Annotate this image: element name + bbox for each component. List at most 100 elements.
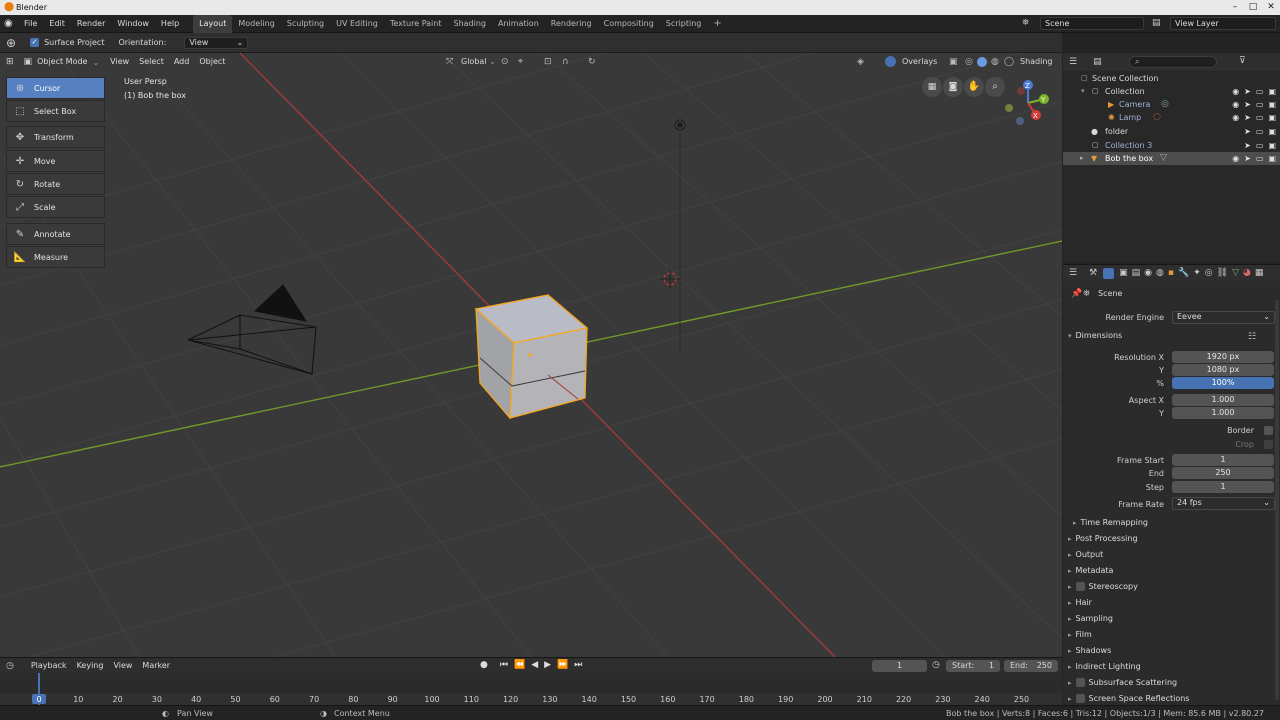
orientation-dropdown[interactable]: View ⌄ (184, 36, 249, 49)
camera-render-icon[interactable]: ▣ (1268, 139, 1276, 152)
outliner-row-collection[interactable]: ▾ ▢ Collection ◉ ➤ ▭ ▣ (1063, 85, 1280, 98)
eye-icon[interactable]: ◉ (1232, 111, 1239, 124)
properties-editor-icon[interactable]: ☰ (1069, 268, 1077, 278)
panel-indirect-lighting[interactable]: ▸ Indirect Lighting (1068, 660, 1141, 674)
tool-measure[interactable]: 📐 Measure (6, 246, 105, 268)
monitor-icon[interactable]: ▭ (1256, 111, 1264, 124)
eye-icon[interactable]: ◉ (1232, 152, 1239, 165)
menu-add[interactable]: Add (169, 53, 195, 71)
blender-menu-icon[interactable]: ◉ (4, 18, 18, 29)
select-arrow-icon[interactable]: ➤ (1244, 85, 1251, 98)
wireframe-shading-icon[interactable]: ◎ (965, 57, 973, 67)
panel-shadows[interactable]: ▸ Shadows (1068, 644, 1111, 658)
monitor-icon[interactable]: ▭ (1256, 125, 1264, 138)
tool-annotate[interactable]: ✎ Annotate (6, 223, 105, 245)
scene-selector[interactable]: Scene (1040, 17, 1144, 30)
object-mode-dropdown[interactable]: Object Mode (32, 53, 92, 71)
play-reverse-icon[interactable]: ◀ (531, 660, 538, 670)
menu-help[interactable]: Help (155, 15, 185, 33)
end-frame-field[interactable]: End: 250 (1004, 660, 1058, 672)
eye-icon[interactable]: ◉ (1232, 98, 1239, 111)
monitor-icon[interactable]: ▭ (1256, 98, 1264, 111)
shading-dropdown[interactable]: Shading (1020, 53, 1053, 71)
transform-orientation-dropdown[interactable]: Global (461, 53, 487, 71)
aspect-x-field[interactable]: 1.000 (1172, 394, 1274, 406)
menu-file[interactable]: File (18, 15, 43, 33)
axis-gizmo[interactable]: Z Y X (1000, 77, 1058, 129)
properties-scrollbar[interactable] (1275, 300, 1279, 700)
panel-stereoscopy[interactable]: ▸ Stereoscopy (1068, 580, 1138, 594)
material-shading-icon[interactable]: ◍ (991, 57, 999, 67)
snap-icon[interactable]: ⌖ (518, 57, 523, 67)
select-arrow-icon[interactable]: ➤ (1244, 125, 1251, 138)
add-workspace-icon[interactable]: + (707, 15, 727, 33)
modifier-tab-icon[interactable]: 🔧 (1178, 268, 1189, 278)
rendered-shading-icon[interactable]: ◯ (1004, 57, 1014, 67)
tool-tab-icon[interactable]: ⚒ (1089, 268, 1097, 278)
tab-scripting[interactable]: Scripting (660, 15, 708, 33)
panel-output[interactable]: ▸ Output (1068, 548, 1103, 562)
panel-sampling[interactable]: ▸ Sampling (1068, 612, 1113, 626)
object-tab-icon[interactable]: ▪ (1168, 268, 1174, 278)
monitor-icon[interactable]: ▭ (1256, 152, 1264, 165)
frame-start-field[interactable]: 1 (1172, 454, 1274, 466)
outliner-row-collection-3[interactable]: ▢ Collection 3 ➤ ▭ ▣ (1063, 139, 1280, 152)
menu-edit[interactable]: Edit (43, 15, 71, 33)
pan-hand-icon[interactable]: ✋ (964, 77, 984, 97)
tab-uv-editing[interactable]: UV Editing (330, 15, 384, 33)
expand-arrow-icon[interactable]: ▾ (1081, 85, 1085, 98)
ssr-checkbox[interactable] (1075, 694, 1085, 703)
output-tab-icon[interactable]: ▣ (1119, 268, 1128, 278)
stereoscopy-checkbox[interactable] (1075, 582, 1085, 591)
tool-select-box[interactable]: ⬚ Select Box (6, 100, 105, 122)
overlays-toggle-icon[interactable] (885, 56, 896, 67)
select-arrow-icon[interactable]: ➤ (1244, 111, 1251, 124)
menu-view[interactable]: View (105, 53, 134, 71)
camera-render-icon[interactable]: ▣ (1268, 125, 1276, 138)
select-arrow-icon[interactable]: ➤ (1244, 98, 1251, 111)
xray-icon[interactable]: ▣ (949, 57, 958, 67)
frame-rate-dropdown[interactable]: 24 fps ⌄ (1172, 497, 1275, 510)
monitor-icon[interactable]: ▭ (1256, 85, 1264, 98)
tab-modeling[interactable]: Modeling (232, 15, 280, 33)
pivot-icon[interactable]: ⊙ (501, 57, 509, 67)
gizmo-icon[interactable]: ↻ (588, 57, 596, 67)
camera-render-icon[interactable]: ▣ (1268, 152, 1276, 165)
start-frame-field[interactable]: Start: 1 (946, 660, 1000, 672)
outliner-row-folder[interactable]: ● folder ➤ ▭ ▣ (1063, 125, 1280, 138)
particles-tab-icon[interactable]: ✦ (1193, 268, 1201, 278)
aspect-y-field[interactable]: 1.000 (1172, 407, 1274, 419)
resolution-percent-field[interactable]: 100% (1172, 377, 1274, 389)
editor-type-icon[interactable]: ⊞ (6, 57, 14, 67)
expand-arrow-icon[interactable]: ▸ (1080, 152, 1084, 165)
select-arrow-icon[interactable]: ➤ (1244, 152, 1251, 165)
outliner-row-camera[interactable]: ▶ Camera ◎ ◉ ➤ ▭ ▣ (1063, 98, 1280, 111)
solid-shading-icon[interactable] (977, 57, 987, 67)
jump-end-icon[interactable]: ⏭ (574, 660, 582, 670)
tool-rotate[interactable]: ↻ Rotate (6, 173, 105, 195)
menu-object[interactable]: Object (194, 53, 230, 71)
panel-film[interactable]: ▸ Film (1068, 628, 1092, 642)
resolution-y-field[interactable]: 1080 px (1172, 364, 1274, 376)
view-layer-selector[interactable]: View Layer (1170, 17, 1276, 30)
display-mode-icon[interactable]: ▤ (1093, 57, 1102, 67)
render-engine-dropdown[interactable]: Eevee ⌄ (1172, 311, 1275, 324)
view-layer-tab-icon[interactable]: ▤ (1132, 268, 1141, 278)
tab-texture-paint[interactable]: Texture Paint (384, 15, 448, 33)
select-arrow-icon[interactable]: ➤ (1244, 139, 1251, 152)
frame-end-field[interactable]: 250 (1172, 467, 1274, 479)
tab-animation[interactable]: Animation (492, 15, 545, 33)
frame-step-field[interactable]: 1 (1172, 481, 1274, 493)
material-tab-icon[interactable]: ◕ (1243, 268, 1251, 278)
data-tab-icon[interactable]: ▽ (1232, 268, 1239, 278)
outliner-editor-icon[interactable]: ☰ (1069, 57, 1077, 67)
menu-keying[interactable]: Keying (72, 657, 109, 675)
jump-keyframe-back-icon[interactable]: ⏪ (514, 660, 525, 670)
clock-icon[interactable]: ◷ (932, 660, 940, 670)
border-checkbox[interactable] (1264, 426, 1273, 435)
tab-compositing[interactable]: Compositing (598, 15, 660, 33)
menu-render[interactable]: Render (71, 15, 111, 33)
outliner-row-bob-the-box[interactable]: ▸ ▼ Bob the box ▽ ◉ ➤ ▭ ▣ (1063, 152, 1280, 165)
panel-screen-space-reflections[interactable]: ▸ Screen Space Reflections (1068, 692, 1189, 706)
tab-rendering[interactable]: Rendering (545, 15, 598, 33)
